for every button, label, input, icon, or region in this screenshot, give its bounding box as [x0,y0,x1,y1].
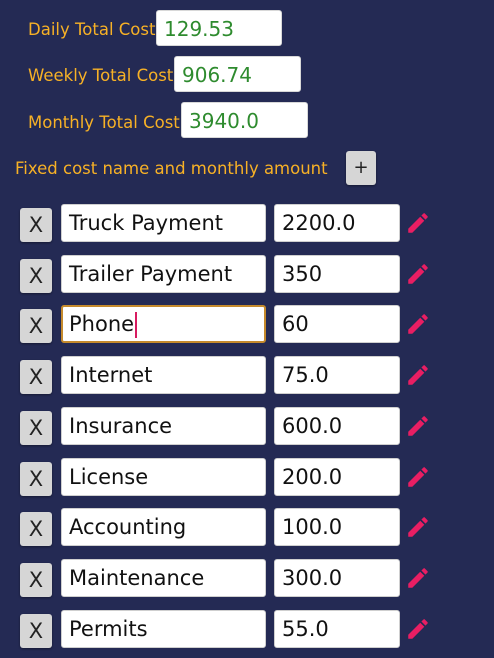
cost-name-text: Accounting [69,515,187,539]
cost-row: X Maintenance 300.0 [0,559,494,601]
cost-name-text: Internet [69,363,153,387]
remove-cost-button[interactable]: X [20,259,52,293]
pencil-icon[interactable] [405,616,431,642]
remove-cost-button[interactable]: X [20,563,52,597]
fixed-costs-header: Fixed cost name and monthly amount [15,159,328,178]
cost-name-input[interactable]: Accounting [61,508,266,546]
cost-name-input[interactable]: License [61,458,266,496]
pencil-icon[interactable] [405,362,431,388]
pencil-icon[interactable] [405,261,431,287]
remove-cost-button[interactable]: X [20,512,52,546]
cost-row: X Trailer Payment 350 [0,255,494,297]
cost-name-input[interactable]: Permits [61,610,266,648]
cost-name-input[interactable]: Internet [61,356,266,394]
cost-amount-input[interactable]: 55.0 [274,610,400,648]
remove-cost-button[interactable]: X [20,411,52,445]
pencil-icon[interactable] [405,413,431,439]
remove-cost-button[interactable]: X [20,309,52,343]
pencil-icon[interactable] [405,464,431,490]
daily-total-label: Daily Total Cost [28,20,156,39]
pencil-icon[interactable] [405,210,431,236]
cost-amount-input[interactable]: 60 [274,305,400,343]
cost-name-text: Trailer Payment [69,262,233,286]
cost-name-text: Permits [69,617,148,641]
cost-row: X Accounting 100.0 [0,508,494,550]
cost-name-text: Insurance [69,414,173,438]
add-cost-button[interactable]: + [346,151,376,185]
cost-name-text: Phone [69,312,135,336]
cost-name-text: Truck Payment [69,211,224,235]
remove-cost-button[interactable]: X [20,614,52,648]
cost-amount-input[interactable]: 350 [274,255,400,293]
cost-name-text: Maintenance [69,566,205,590]
cost-name-text: License [69,465,149,489]
fixed-costs-screen: Daily Total Cost 129.53 Weekly Total Cos… [0,0,494,658]
cost-amount-input[interactable]: 200.0 [274,458,400,496]
pencil-icon[interactable] [405,565,431,591]
cost-name-input[interactable]: Truck Payment [61,204,266,242]
remove-cost-button[interactable]: X [20,208,52,242]
text-cursor [135,312,138,338]
cost-amount-input[interactable]: 75.0 [274,356,400,394]
cost-row: X Permits 55.0 [0,610,494,652]
cost-row: X License 200.0 [0,458,494,500]
monthly-total-label: Monthly Total Cost [28,113,180,132]
pencil-icon[interactable] [405,514,431,540]
cost-amount-input[interactable]: 300.0 [274,559,400,597]
remove-cost-button[interactable]: X [20,360,52,394]
cost-row: X Insurance 600.0 [0,407,494,449]
cost-name-input[interactable]: Insurance [61,407,266,445]
cost-row: X Truck Payment 2200.0 [0,204,494,246]
weekly-total-label: Weekly Total Cost [28,66,174,85]
cost-name-input[interactable]: Maintenance [61,559,266,597]
cost-amount-input[interactable]: 2200.0 [274,204,400,242]
cost-amount-input[interactable]: 100.0 [274,508,400,546]
monthly-total-value: 3940.0 [181,102,308,138]
cost-name-input[interactable]: Trailer Payment [61,255,266,293]
cost-amount-input[interactable]: 600.0 [274,407,400,445]
cost-row: X Phone 60 [0,305,494,347]
pencil-icon[interactable] [405,311,431,337]
remove-cost-button[interactable]: X [20,462,52,496]
daily-total-value: 129.53 [156,10,282,46]
cost-row: X Internet 75.0 [0,356,494,398]
cost-name-input[interactable]: Phone [61,305,266,343]
weekly-total-value: 906.74 [174,56,301,92]
